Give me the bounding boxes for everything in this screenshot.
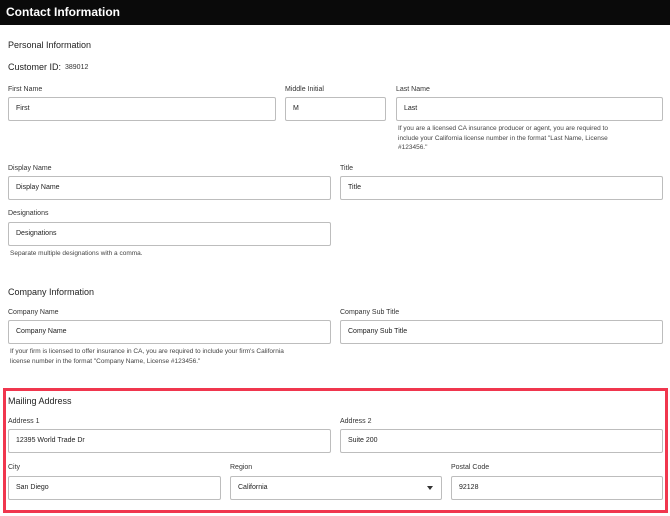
chevron-down-icon bbox=[427, 486, 433, 490]
company-name-label: Company Name bbox=[8, 309, 59, 316]
address2-label: Address 2 bbox=[340, 418, 372, 425]
title-label: Title bbox=[340, 165, 353, 172]
address1-input[interactable]: 12395 World Trade Dr bbox=[8, 429, 331, 453]
designations-input[interactable]: Designations bbox=[8, 222, 331, 246]
last-name-help: If you are a licensed CA insurance produ… bbox=[398, 125, 608, 151]
mailing-section-title: Mailing Address bbox=[8, 396, 72, 406]
first-name-input[interactable]: First bbox=[8, 97, 276, 121]
middle-initial-input[interactable]: M bbox=[285, 97, 386, 121]
city-input[interactable]: San Diego bbox=[8, 476, 221, 500]
company-section-title: Company Information bbox=[8, 287, 95, 297]
company-name-help: If your firm is licensed to offer insura… bbox=[10, 348, 284, 365]
company-sub-title-label: Company Sub Title bbox=[340, 309, 400, 316]
customer-id-label: Customer ID: bbox=[8, 62, 62, 72]
display-name-label: Display Name bbox=[8, 165, 52, 172]
region-label: Region bbox=[230, 464, 253, 471]
designations-help: Separate multiple designations with a co… bbox=[10, 250, 143, 257]
customer-id-value: 389012 bbox=[65, 64, 89, 71]
last-name-label: Last Name bbox=[396, 86, 430, 93]
address2-input[interactable]: Suite 200 bbox=[340, 429, 663, 453]
postal-code-label: Postal Code bbox=[451, 464, 490, 471]
address1-label: Address 1 bbox=[8, 418, 40, 425]
window-title: Contact Information bbox=[6, 5, 120, 19]
middle-initial-label: Middle Initial bbox=[285, 86, 324, 93]
region-select[interactable]: California bbox=[230, 476, 442, 500]
window-titlebar: Contact Information bbox=[0, 0, 670, 25]
personal-section-title: Personal Information bbox=[8, 40, 92, 50]
title-input[interactable]: Title bbox=[340, 176, 663, 200]
company-name-input[interactable]: Company Name bbox=[8, 320, 331, 344]
last-name-input[interactable]: Last bbox=[396, 97, 663, 121]
region-select-value: California bbox=[238, 484, 268, 491]
postal-code-input[interactable]: 92128 bbox=[451, 476, 663, 500]
city-label: City bbox=[8, 464, 21, 471]
designations-label: Designations bbox=[8, 210, 49, 217]
display-name-input[interactable]: Display Name bbox=[8, 176, 331, 200]
first-name-label: First Name bbox=[8, 86, 43, 93]
company-sub-title-input[interactable]: Company Sub Title bbox=[340, 320, 663, 344]
